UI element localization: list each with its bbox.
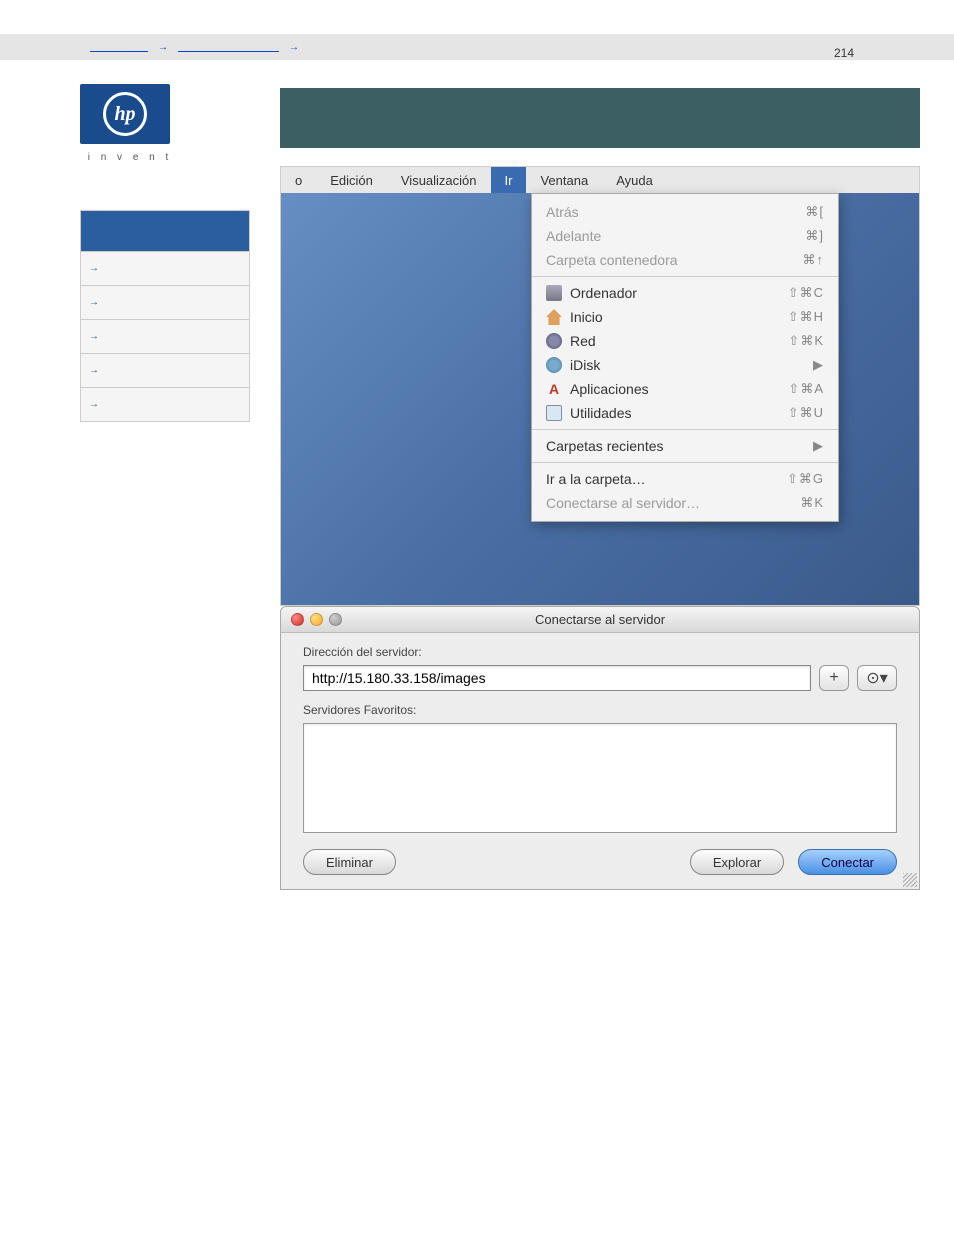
- menu-item-utilidades[interactable]: Utilidades ⇧⌘U: [532, 401, 838, 425]
- menu-item-conectar-servidor: Conectarse al servidor… ⌘K: [532, 491, 838, 515]
- menu-separator: [532, 429, 838, 430]
- hp-tagline: i n v e n t: [80, 152, 180, 163]
- minimize-icon[interactable]: [310, 613, 323, 626]
- server-address-label: Dirección del servidor:: [303, 645, 897, 659]
- favorite-servers-label: Servidores Favoritos:: [303, 703, 897, 717]
- sidebar-item[interactable]: →: [81, 251, 249, 285]
- arrow-icon: →: [89, 365, 99, 376]
- breadcrumb-link-2[interactable]: [178, 41, 279, 53]
- idisk-icon: [546, 357, 562, 373]
- menu-separator: [532, 276, 838, 277]
- sidebar-header: [81, 211, 249, 251]
- menubar-partial: o: [281, 167, 316, 193]
- menubar-item-ayuda[interactable]: Ayuda: [602, 167, 667, 193]
- menubar-item-visualizacion[interactable]: Visualización: [387, 167, 491, 193]
- sidebar: → → → → →: [80, 210, 250, 422]
- hp-logo: hp i n v e n t: [80, 84, 180, 174]
- dialog-titlebar: Conectarse al servidor: [281, 607, 919, 633]
- menu-item-carpetas-recientes[interactable]: Carpetas recientes ▶: [532, 434, 838, 458]
- menu-item-label: Red: [570, 333, 596, 349]
- menu-item-label: Carpeta contenedora: [546, 252, 678, 268]
- shortcut-text: ⇧⌘G: [787, 471, 824, 487]
- menubar-item-ventana[interactable]: Ventana: [526, 167, 602, 193]
- server-history-button[interactable]: ⊙▾: [857, 665, 897, 691]
- submenu-arrow-icon: ▶: [813, 357, 824, 373]
- breadcrumb: → →: [0, 34, 954, 60]
- menu-item-aplicaciones[interactable]: A Aplicaciones ⇧⌘A: [532, 377, 838, 401]
- server-address-input[interactable]: [303, 665, 811, 691]
- shortcut-text: ⌘]: [805, 228, 824, 244]
- close-icon[interactable]: [291, 613, 304, 626]
- mac-menubar: o Edición Visualización Ir Ventana Ayuda: [281, 167, 919, 193]
- shortcut-text: ⇧⌘A: [788, 381, 824, 397]
- sidebar-item[interactable]: →: [81, 319, 249, 353]
- menu-separator: [532, 462, 838, 463]
- section-title-bar: [280, 88, 920, 148]
- utilities-icon: [546, 405, 562, 421]
- menu-item-inicio[interactable]: Inicio ⇧⌘H: [532, 305, 838, 329]
- connect-button[interactable]: Conectar: [798, 849, 897, 875]
- arrow-icon: →: [89, 331, 99, 342]
- clock-icon: ⊙▾: [866, 668, 887, 688]
- menu-item-ordenador[interactable]: Ordenador ⇧⌘C: [532, 281, 838, 305]
- shortcut-text: ⇧⌘H: [788, 309, 824, 325]
- connect-server-dialog: Conectarse al servidor Dirección del ser…: [280, 606, 920, 890]
- breadcrumb-link-1[interactable]: [90, 41, 148, 53]
- menubar-item-edicion[interactable]: Edición: [316, 167, 387, 193]
- submenu-arrow-icon: ▶: [813, 438, 824, 454]
- arrow-icon: →: [89, 399, 99, 410]
- menu-item-label: Ordenador: [570, 285, 637, 301]
- dialog-title: Conectarse al servidor: [535, 612, 665, 627]
- remove-button[interactable]: Eliminar: [303, 849, 396, 875]
- menu-item-label: Aplicaciones: [570, 381, 649, 397]
- menu-item-ir-carpeta[interactable]: Ir a la carpeta… ⇧⌘G: [532, 467, 838, 491]
- arrow-icon: →: [89, 297, 99, 308]
- menu-item-label: Adelante: [546, 228, 601, 244]
- shortcut-text: ⌘[: [805, 204, 824, 220]
- zoom-icon[interactable]: [329, 613, 342, 626]
- menubar-item-ir[interactable]: Ir: [491, 167, 527, 193]
- menu-item-label: Atrás: [546, 204, 579, 220]
- shortcut-text: ⇧⌘U: [788, 405, 824, 421]
- sidebar-item[interactable]: →: [81, 353, 249, 387]
- sidebar-item[interactable]: →: [81, 285, 249, 319]
- menu-item-idisk[interactable]: iDisk ▶: [532, 353, 838, 377]
- breadcrumb-sep: →: [289, 42, 299, 53]
- mac-go-menu-screenshot: o Edición Visualización Ir Ventana Ayuda…: [280, 166, 920, 606]
- ir-dropdown-menu: Atrás ⌘[ Adelante ⌘] Carpeta contenedora…: [531, 193, 839, 522]
- shortcut-text: ⌘↑: [803, 252, 825, 268]
- page-number: 214: [834, 46, 854, 60]
- shortcut-text: ⇧⌘K: [788, 333, 824, 349]
- hp-logo-text: hp: [114, 103, 135, 126]
- shortcut-text: ⌘K: [800, 495, 824, 511]
- sidebar-item[interactable]: →: [81, 387, 249, 421]
- menu-item-red[interactable]: Red ⇧⌘K: [532, 329, 838, 353]
- breadcrumb-sep: →: [158, 42, 168, 53]
- resize-grip-icon[interactable]: [903, 873, 917, 887]
- menu-item-label: iDisk: [570, 357, 600, 373]
- menu-item-label: Ir a la carpeta…: [546, 471, 646, 487]
- applications-icon: A: [546, 381, 562, 397]
- browse-button[interactable]: Explorar: [690, 849, 784, 875]
- add-server-button[interactable]: +: [819, 665, 849, 691]
- network-icon: [546, 333, 562, 349]
- menu-item-label: Utilidades: [570, 405, 631, 421]
- menu-item-adelante: Adelante ⌘]: [532, 224, 838, 248]
- window-controls: [291, 613, 342, 626]
- computer-icon: [546, 285, 562, 301]
- favorite-servers-list[interactable]: [303, 723, 897, 833]
- menu-item-atras: Atrás ⌘[: [532, 200, 838, 224]
- home-icon: [546, 309, 562, 325]
- arrow-icon: →: [89, 263, 99, 274]
- menu-item-label: Carpetas recientes: [546, 438, 664, 454]
- shortcut-text: ⇧⌘C: [788, 285, 824, 301]
- menu-item-contenedora: Carpeta contenedora ⌘↑: [532, 248, 838, 272]
- menu-item-label: Inicio: [570, 309, 603, 325]
- menu-item-label: Conectarse al servidor…: [546, 495, 700, 511]
